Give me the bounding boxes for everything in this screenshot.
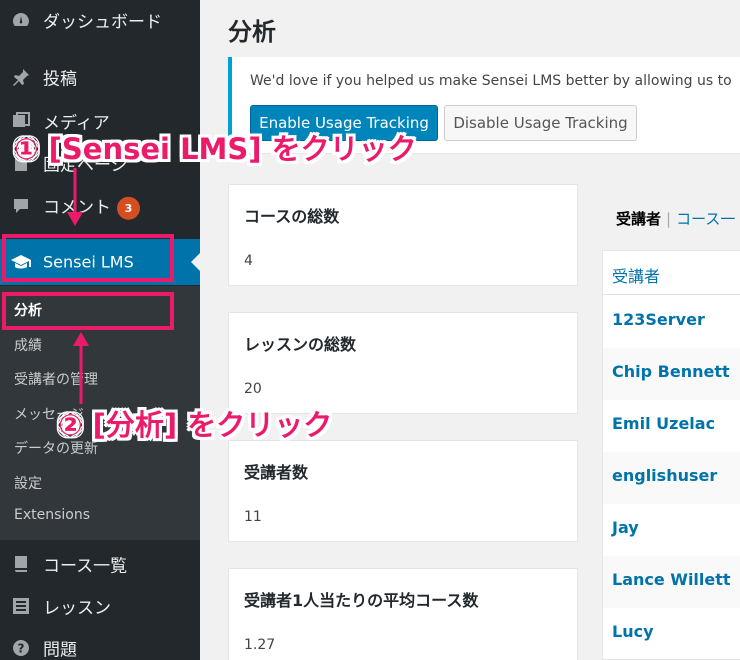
learner-link[interactable]: Lucy bbox=[612, 622, 654, 641]
learner-link[interactable]: englishuser bbox=[612, 466, 717, 485]
stat-title: コースの総数 bbox=[244, 207, 340, 226]
highlight-box-sensei-lms bbox=[2, 234, 174, 282]
stat-title: 受講者1人当たりの平均コース数 bbox=[244, 591, 479, 610]
stat-title: レッスンの総数 bbox=[244, 335, 357, 354]
submenu-item-settings[interactable]: 設定 bbox=[14, 473, 42, 493]
notice-text: We'd love if you helped us make Sensei L… bbox=[250, 73, 732, 89]
table-row: Jay bbox=[603, 504, 740, 556]
disable-usage-tracking-button[interactable]: Disable Usage Tracking bbox=[444, 105, 637, 141]
comment-count-badge: 3 bbox=[117, 196, 140, 220]
book-icon bbox=[10, 553, 32, 575]
stat-card-total-courses: コースの総数 4 bbox=[228, 184, 578, 286]
sidebar-item-label: レッスン bbox=[43, 598, 111, 619]
submenu-item-extensions[interactable]: Extensions bbox=[14, 507, 90, 523]
sidebar-item-questions[interactable]: ? 問題 bbox=[0, 628, 200, 660]
callout-step-1: ① [Sensei LMS] をクリック bbox=[14, 132, 417, 166]
table-row: 123Server bbox=[603, 296, 740, 348]
tab-separator: | bbox=[666, 210, 672, 228]
stat-card-total-lessons: レッスンの総数 20 bbox=[228, 312, 578, 414]
dashboard-icon bbox=[10, 9, 32, 31]
stat-value: 20 bbox=[244, 381, 262, 397]
table-row: Chip Bennett bbox=[603, 348, 740, 400]
sidebar-item-posts[interactable]: 投稿 bbox=[0, 57, 200, 97]
learner-link[interactable]: Lance Willett bbox=[612, 570, 731, 589]
current-menu-notch bbox=[191, 253, 200, 271]
stat-value: 1.27 bbox=[244, 637, 276, 653]
stat-card-learners: 受講者数 11 bbox=[228, 440, 578, 542]
svg-text:?: ? bbox=[18, 642, 25, 656]
learner-link[interactable]: 123Server bbox=[612, 310, 705, 329]
question-icon: ? bbox=[10, 637, 32, 659]
table-row: Emil Uzelac bbox=[603, 400, 740, 452]
sidebar-item-comments[interactable]: コメント 3 bbox=[0, 186, 200, 226]
table-row: Lance Willett bbox=[603, 556, 740, 608]
table-row: englishuser bbox=[603, 452, 740, 504]
learner-link[interactable]: Emil Uzelac bbox=[612, 414, 715, 433]
tab-courses[interactable]: コース一 bbox=[676, 210, 735, 228]
learners-table: 受講者 123Server Chip Bennett Emil Uzelac e… bbox=[602, 250, 740, 660]
learner-link[interactable]: Jay bbox=[612, 518, 639, 537]
arrow-down-annotation bbox=[67, 168, 83, 226]
stat-card-average-courses: 受講者1人当たりの平均コース数 1.27 bbox=[228, 568, 578, 660]
sidebar-item-label: コース一覧 bbox=[43, 556, 128, 577]
stat-value: 4 bbox=[244, 253, 253, 269]
sidebar-item-label: 問題 bbox=[43, 640, 77, 660]
column-header-learner[interactable]: 受講者 bbox=[612, 263, 660, 287]
pin-icon bbox=[10, 66, 32, 88]
sidebar-item-label: ダッシュボード bbox=[43, 12, 162, 33]
table-header: 受講者 bbox=[603, 251, 740, 295]
sidebar-item-label: 投稿 bbox=[43, 69, 77, 90]
stat-title: 受講者数 bbox=[244, 463, 309, 482]
stat-value: 11 bbox=[244, 509, 262, 525]
callout-step-2: ② [分析] をクリック bbox=[58, 408, 333, 442]
submenu-item-grading[interactable]: 成績 bbox=[14, 335, 42, 355]
list-icon bbox=[10, 595, 32, 617]
view-tabs: 受講者 | コース一 bbox=[616, 208, 735, 229]
learner-link[interactable]: Chip Bennett bbox=[612, 362, 730, 381]
tab-learners[interactable]: 受講者 bbox=[616, 210, 661, 228]
admin-sidebar: ダッシュボード 投稿 メディア 固定ページ コメント 3 Sensei LMS 分… bbox=[0, 0, 200, 660]
page-title: 分析 bbox=[228, 18, 276, 46]
sidebar-item-lessons[interactable]: レッスン bbox=[0, 586, 200, 626]
sidebar-item-courses[interactable]: コース一覧 bbox=[0, 544, 200, 584]
highlight-box-analysis bbox=[2, 292, 174, 330]
arrow-up-annotation bbox=[73, 332, 89, 404]
table-row: Lucy bbox=[603, 608, 740, 660]
sidebar-item-dashboard[interactable]: ダッシュボード bbox=[0, 0, 200, 40]
comment-icon bbox=[10, 195, 32, 217]
